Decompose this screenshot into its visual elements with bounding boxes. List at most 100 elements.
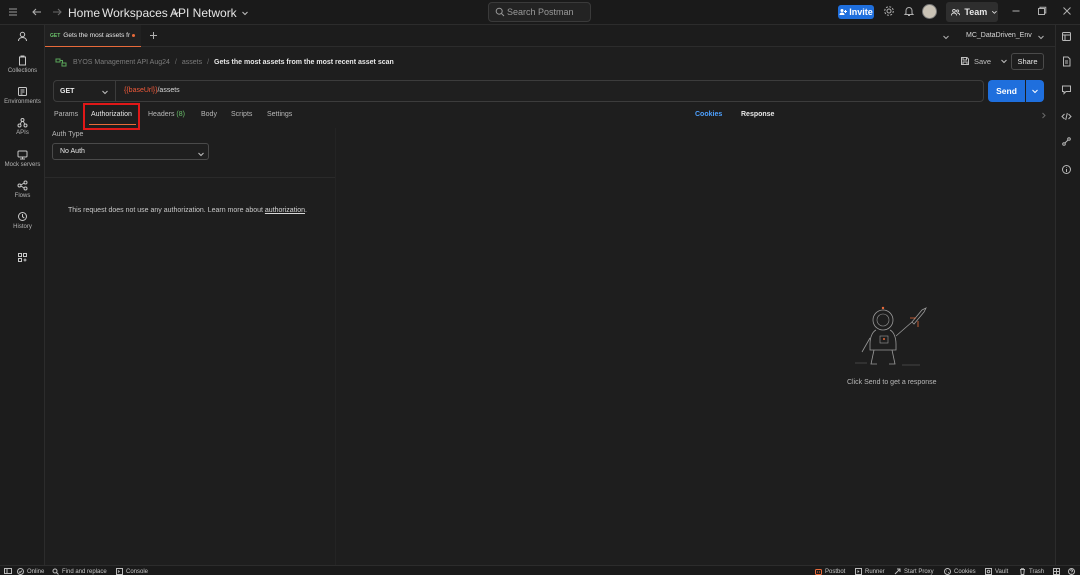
gear-icon[interactable] xyxy=(883,5,895,17)
sidebar-label: Collections xyxy=(7,68,38,74)
chevron-down-icon[interactable] xyxy=(1037,33,1045,41)
sidebar-label: Environments xyxy=(4,99,41,105)
breadcrumb-folder[interactable]: assets xyxy=(182,59,202,66)
team-button[interactable]: Team xyxy=(946,2,998,22)
tab-params[interactable]: Params xyxy=(54,111,78,118)
postbot-icon xyxy=(815,569,822,575)
comments-icon[interactable] xyxy=(1061,84,1072,95)
divider xyxy=(45,177,335,178)
sidebar-item-collections[interactable]: Collections xyxy=(0,55,45,74)
online-status[interactable]: Online xyxy=(17,568,44,575)
url-input[interactable]: {{baseUrl}}/assets xyxy=(124,87,180,94)
close-icon[interactable] xyxy=(1062,6,1072,16)
breadcrumb: BYOS Management API Aug24 / assets / Get… xyxy=(55,55,394,69)
empty-response-message: Click Send to get a response xyxy=(847,379,937,386)
search-input[interactable]: Search Postman xyxy=(488,2,591,22)
chevron-down-icon[interactable] xyxy=(942,33,950,41)
tab-headers[interactable]: Headers (8) xyxy=(148,111,185,118)
sidebar-item-mock-servers[interactable]: Mock servers xyxy=(0,149,45,168)
breadcrumb-request[interactable]: Gets the most assets from the most recen… xyxy=(214,59,394,66)
http-request-icon xyxy=(55,58,67,66)
console-button[interactable]: Console xyxy=(116,568,148,575)
add-user-icon xyxy=(839,9,848,15)
postbot-label: Postbot xyxy=(825,568,846,575)
pane-divider[interactable] xyxy=(335,128,336,565)
api-network-menu[interactable]: API Network xyxy=(170,6,249,20)
save-button[interactable]: Save xyxy=(960,56,1008,66)
mock-servers-icon xyxy=(17,150,28,160)
sidebar-item-user[interactable] xyxy=(0,31,45,42)
cookies-link[interactable]: Cookies xyxy=(695,111,722,118)
authorization-link[interactable]: authorization xyxy=(265,207,305,214)
restore-icon[interactable] xyxy=(1037,6,1047,16)
search-icon xyxy=(52,568,59,575)
tab-headers-label: Headers xyxy=(148,111,175,118)
cookie-icon xyxy=(944,568,951,575)
method-select[interactable]: GET xyxy=(54,81,116,101)
auth-type-select[interactable]: No Auth xyxy=(52,143,209,160)
left-sidebar: Collections Environments APIs Mock serve… xyxy=(0,25,45,565)
sidebar-item-flows[interactable]: Flows xyxy=(0,180,45,199)
vault-label: Vault xyxy=(995,568,1009,575)
method-value: GET xyxy=(60,87,75,95)
workspaces-label: Workspaces xyxy=(102,6,168,20)
tab-settings[interactable]: Settings xyxy=(267,111,292,118)
menu-icon[interactable] xyxy=(6,5,20,19)
back-arrow-icon[interactable] xyxy=(30,5,44,19)
related-collections-icon[interactable] xyxy=(1061,136,1072,147)
runner-label: Runner xyxy=(865,568,885,575)
sidebar-item-configure[interactable] xyxy=(0,252,45,263)
invite-button[interactable]: Invite xyxy=(838,5,874,19)
plus-icon[interactable] xyxy=(149,31,158,40)
trash-button[interactable]: Trash xyxy=(1019,568,1044,575)
minimize-icon[interactable] xyxy=(1011,6,1021,16)
runner-button[interactable]: Runner xyxy=(855,568,885,575)
sidebar-item-environments[interactable]: Environments xyxy=(0,86,45,105)
documentation-icon[interactable] xyxy=(1061,56,1072,67)
share-button[interactable]: Share xyxy=(1011,53,1044,70)
layout-icon[interactable] xyxy=(1053,568,1063,575)
home-link[interactable]: Home xyxy=(68,6,100,20)
bell-icon[interactable] xyxy=(903,5,915,17)
send-options-button[interactable] xyxy=(1026,80,1044,102)
vault-button[interactable]: Vault xyxy=(985,568,1008,575)
trash-icon xyxy=(1020,568,1025,575)
forward-arrow-icon[interactable] xyxy=(50,5,64,19)
environment-quick-look-icon[interactable] xyxy=(1061,31,1072,42)
tab-scripts[interactable]: Scripts xyxy=(231,111,252,118)
code-icon[interactable] xyxy=(1061,111,1072,122)
chevron-down-icon[interactable] xyxy=(1000,57,1008,65)
api-network-label: API Network xyxy=(170,6,237,20)
send-button[interactable]: Send xyxy=(988,80,1025,102)
environments-icon xyxy=(18,87,27,96)
team-label: Team xyxy=(964,7,988,17)
sidebar-item-apis[interactable]: APIs xyxy=(0,117,45,136)
auth-note-end: . xyxy=(305,207,307,214)
request-tab[interactable]: GET Gets the most assets fr xyxy=(45,25,141,47)
response-label: Response xyxy=(741,111,775,118)
breadcrumb-collection[interactable]: BYOS Management API Aug24 xyxy=(73,59,170,66)
search-placeholder: Search Postman xyxy=(507,7,574,17)
workspaces-menu[interactable]: Workspaces xyxy=(102,6,180,20)
start-proxy-button[interactable]: Start Proxy xyxy=(894,568,934,575)
chevron-down-icon xyxy=(241,11,248,16)
history-icon xyxy=(18,212,27,221)
sidebar-item-history[interactable]: History xyxy=(0,211,45,230)
toggle-sidebar-icon[interactable] xyxy=(4,568,15,574)
info-icon[interactable] xyxy=(1061,164,1072,175)
chevron-right-icon[interactable] xyxy=(1040,112,1047,119)
collections-icon xyxy=(19,55,26,66)
trash-label: Trash xyxy=(1029,568,1045,575)
tab-body[interactable]: Body xyxy=(201,111,217,118)
sidebar-label: APIs xyxy=(16,130,29,136)
postbot-button[interactable]: Postbot xyxy=(815,568,845,575)
online-label: Online xyxy=(27,568,45,575)
cookies-button[interactable]: Cookies xyxy=(944,568,976,575)
chevron-down-icon xyxy=(198,152,204,157)
url-variable: {{baseUrl}} xyxy=(124,87,158,94)
environment-selector[interactable]: MC_DataDriven_Env xyxy=(966,32,1032,39)
find-replace-button[interactable]: Find and replace xyxy=(52,568,107,575)
avatar[interactable] xyxy=(922,4,937,19)
right-sidebar xyxy=(1055,25,1080,565)
help-icon[interactable] xyxy=(1068,568,1078,575)
